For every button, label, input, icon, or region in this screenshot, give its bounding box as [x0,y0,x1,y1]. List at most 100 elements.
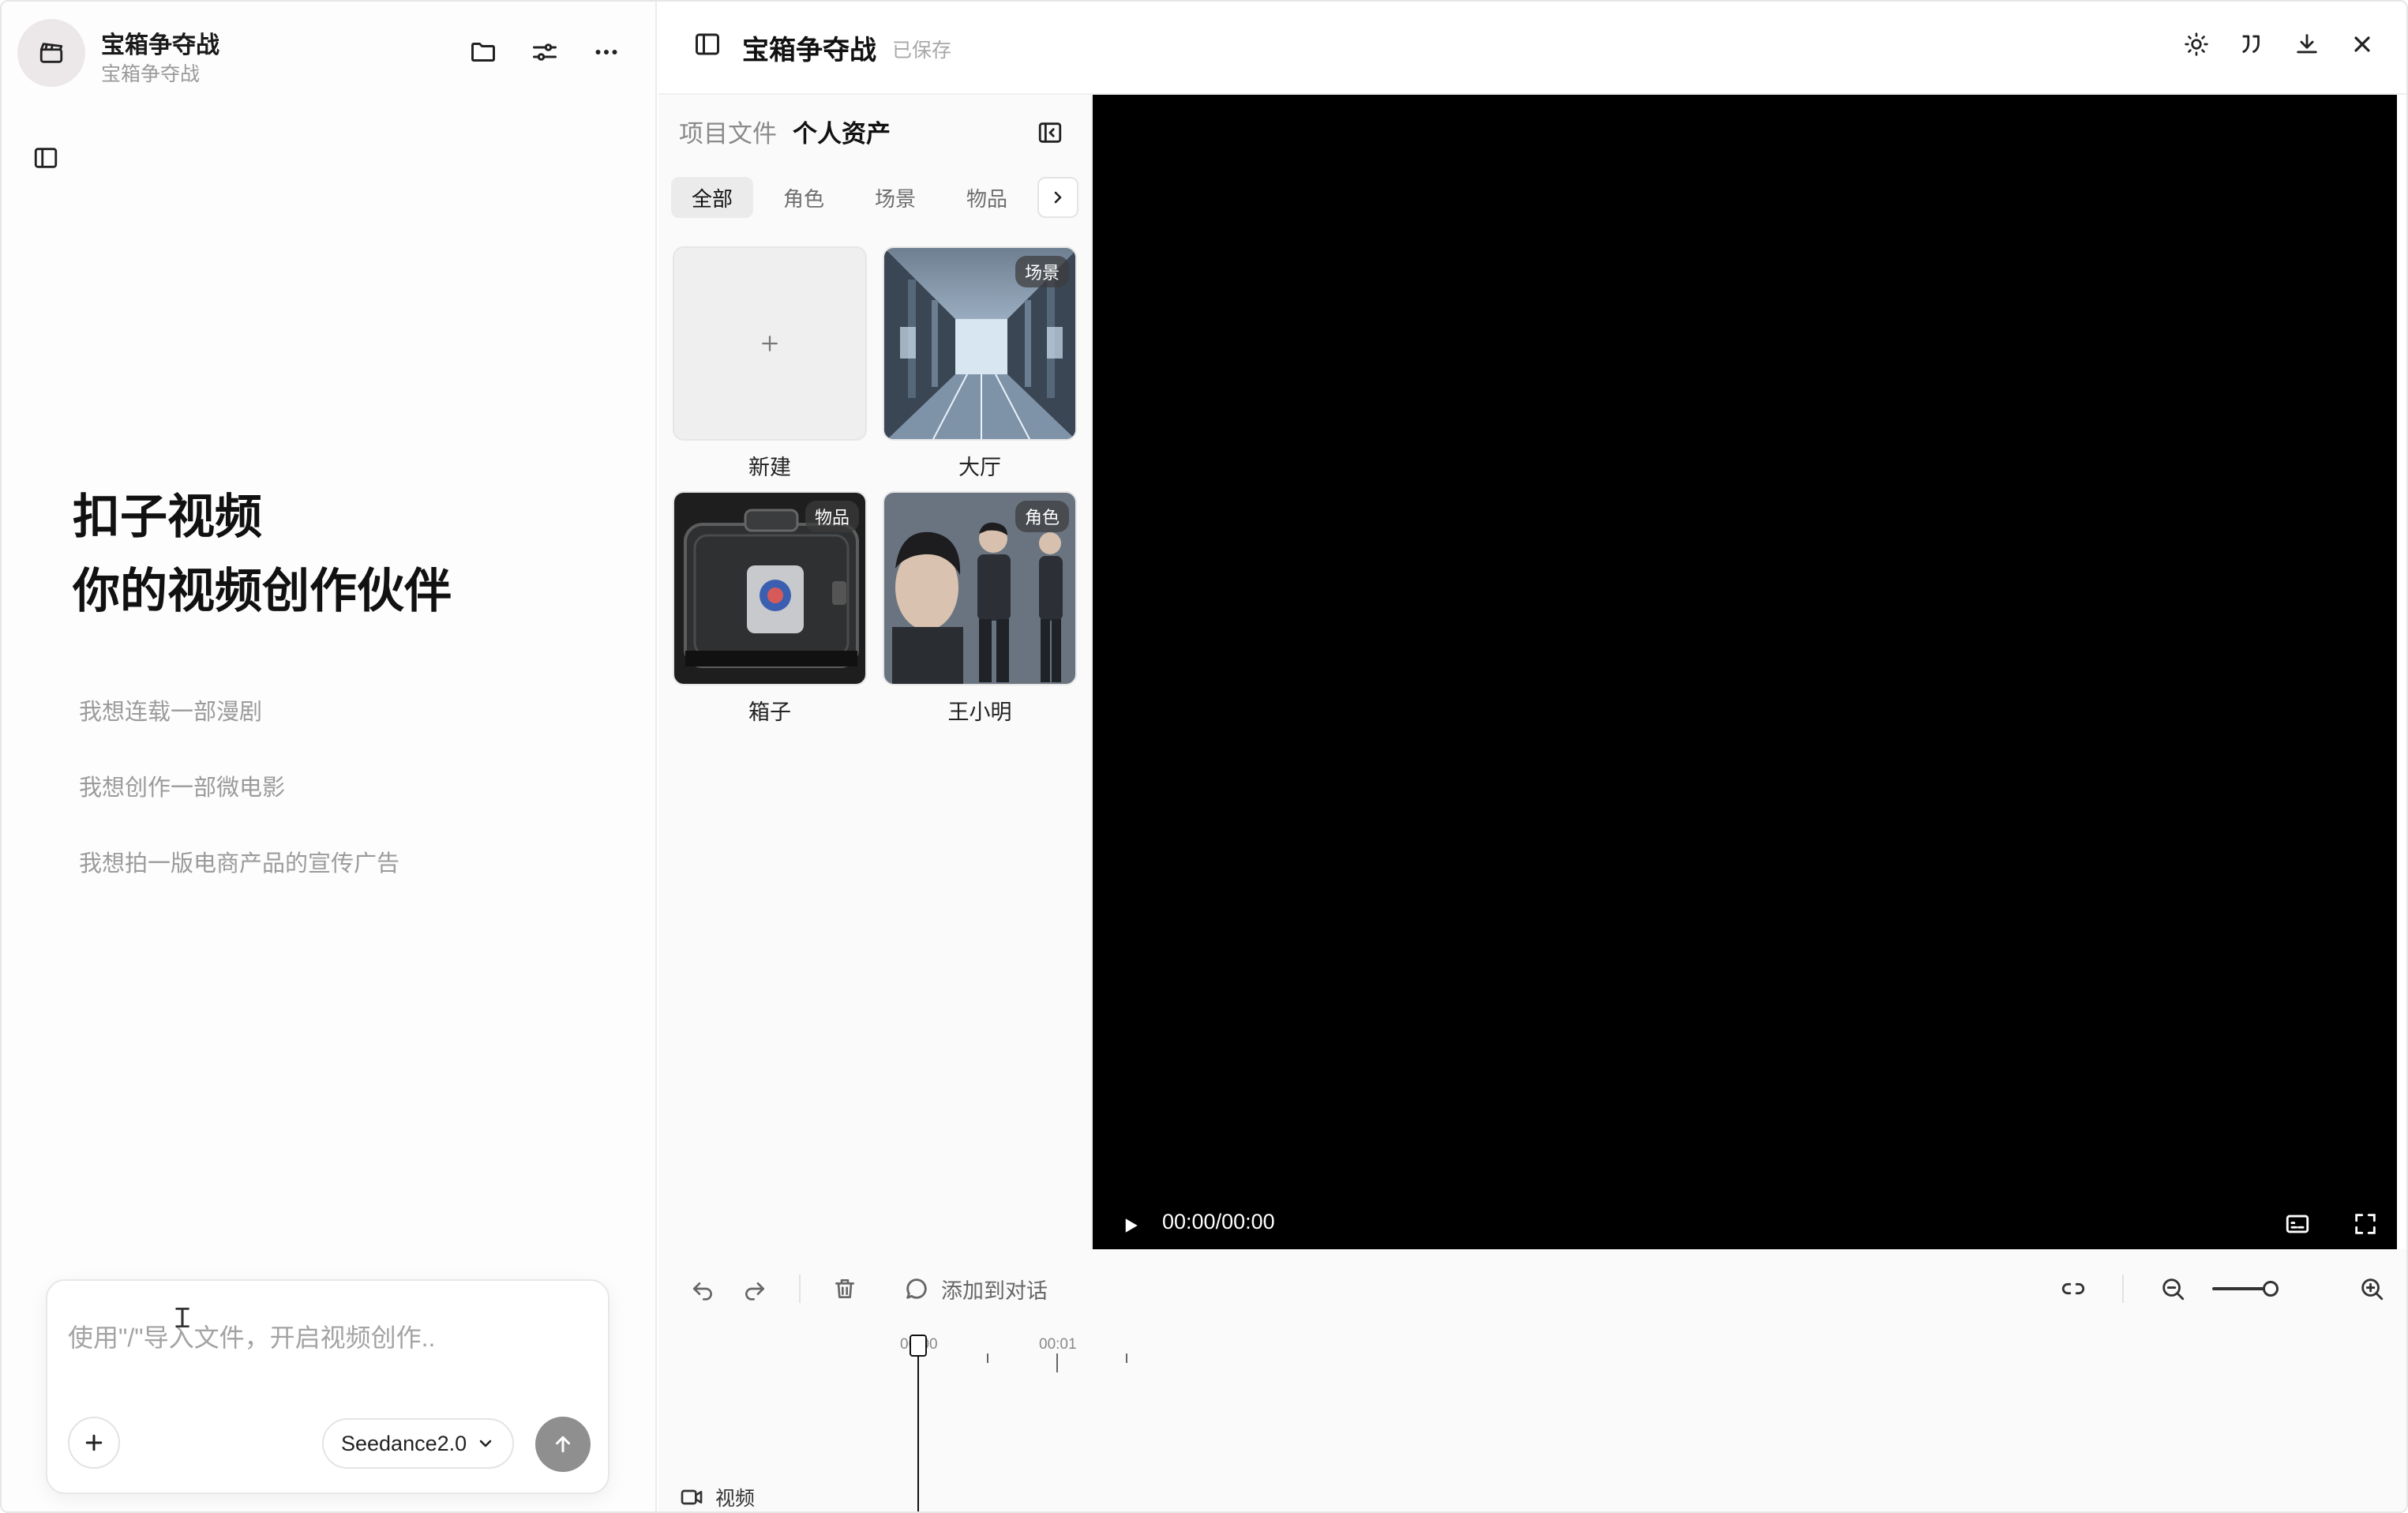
send-button[interactable] [535,1417,591,1472]
editor-topbar: 宝箱争夺战 已保存 [658,2,2406,95]
download-button[interactable] [2290,27,2324,62]
filters-next-button[interactable] [1037,177,1078,218]
folder-icon [471,43,495,62]
timeline-toolbar: 添加到对话 [685,1271,1048,1306]
chat-panel: 宝箱争夺战 宝箱争夺战 扣子视频 你的视频创作伙伴 我想连载一部漫剧 我想创作一… [2,2,657,1511]
chevron-down-icon [479,1440,492,1447]
filter-items[interactable]: 物品 [946,177,1028,218]
asset-thumbnail[interactable]: 角色 [883,491,1077,685]
asset-card-character[interactable]: 角色 王小明 [883,491,1077,726]
trash-icon [835,1279,854,1298]
asset-type-badge: 物品 [805,501,859,532]
theme-button[interactable] [2179,27,2214,62]
project-header: 宝箱争夺战 宝箱争夺战 [17,17,641,87]
asset-type-badge: 角色 [1015,501,1069,532]
ruler-label: 00:01 [1039,1336,1077,1353]
toolbar-divider [2122,1275,2124,1303]
tab-project-files[interactable]: 项目文件 [679,114,777,149]
project-name: 宝箱争夺战 [101,32,219,58]
arrow-up-icon [556,1436,570,1453]
new-asset-tile[interactable] [673,246,867,441]
panel-collapse-icon [1038,122,1062,143]
link-icon [2061,1282,2085,1295]
zoom-slider[interactable] [2212,1281,2279,1297]
collapse-panel-button[interactable] [1033,115,1067,150]
filter-characters[interactable]: 角色 [763,177,845,218]
delete-button[interactable] [827,1271,862,1306]
plus-icon [762,336,778,351]
settings-button[interactable] [527,35,562,69]
project-subtitle: 宝箱争夺战 [101,63,201,85]
redo-icon [745,1282,764,1301]
timeline: 添加到对话 00:00 00:01 [658,1249,2406,1511]
chat-bubble-icon [906,1278,927,1299]
zoom-slider-handle[interactable] [2263,1281,2279,1297]
add-to-chat-button[interactable]: 添加到对话 [903,1274,1048,1305]
project-actions [466,35,624,69]
zoom-in-icon [2361,1278,2384,1301]
add-to-chat-label: 添加到对话 [941,1278,1048,1303]
filter-scenes[interactable]: 场景 [854,177,936,218]
panel-toggle-button[interactable] [690,27,725,62]
quote-button[interactable] [2234,27,2269,62]
composer: Ｉ Seedance2.0 [46,1279,610,1494]
editor-title: 宝箱争夺战 [742,36,876,66]
video-track-name: 视频 [715,1488,756,1510]
video-camera-icon [681,1489,703,1505]
asset-filters: 全部 角色 场景 物品 [671,177,1028,218]
zoom-in-button[interactable] [2354,1271,2389,1306]
download-icon [2297,34,2317,54]
asset-thumbnail[interactable]: 场景 [883,246,1077,441]
video-track-label: 视频 [679,1483,755,1511]
timeline-zoom-controls [2056,1271,2389,1306]
tab-personal-assets[interactable]: 个人资产 [793,114,891,149]
asset-type-badge: 场景 [1015,256,1069,287]
play-button[interactable] [1113,1208,1148,1243]
prompt-input[interactable] [68,1306,589,1369]
filter-all[interactable]: 全部 [671,177,754,218]
suggestion-item[interactable]: 我想连载一部漫剧 [79,693,262,726]
folder-button[interactable] [466,35,501,69]
zoom-out-icon [2162,1278,2185,1301]
hero-line-2: 你的视频创作伙伴 [73,565,452,618]
suggestion-item[interactable]: 我想拍一版电商产品的宣传广告 [79,845,399,878]
ruler-tick [987,1353,988,1363]
app-window: 宝箱争夺战 宝箱争夺战 扣子视频 你的视频创作伙伴 我想连载一部漫剧 我想创作一… [0,0,2408,1513]
undo-icon [693,1282,712,1301]
project-avatar[interactable] [17,19,85,87]
undo-button[interactable] [685,1271,720,1306]
sun-icon [2185,32,2208,56]
suggestion-item[interactable]: 我想创作一部微电影 [79,769,285,802]
redo-button[interactable] [737,1271,772,1306]
model-select[interactable]: Seedance2.0 [322,1418,515,1469]
link-button[interactable] [2056,1271,2091,1306]
asset-card-new[interactable]: 新建 [673,246,867,481]
more-button[interactable] [589,35,624,69]
asset-card-label: 新建 [748,456,791,479]
playhead-handle[interactable] [910,1335,927,1357]
plus-icon [85,1434,103,1451]
fullscreen-icon [2355,1214,2376,1234]
asset-thumbnail[interactable]: 物品 [673,491,867,685]
asset-card-hall[interactable]: 场景 大厅 [883,246,1077,481]
hero-line-1: 扣子视频 [73,491,262,543]
attach-button[interactable] [68,1417,120,1469]
model-select-label: Seedance2.0 [341,1431,467,1455]
zoom-out-button[interactable] [2155,1271,2190,1306]
asset-card-label: 大厅 [958,456,1001,479]
sidebar-icon [34,148,58,168]
playhead[interactable] [917,1335,919,1511]
subtitles-icon [2286,1215,2309,1233]
sliders-icon [533,43,557,61]
clapperboard-icon [39,43,63,63]
sidebar-toggle-button[interactable] [25,137,66,178]
close-button[interactable] [2345,27,2380,62]
save-status: 已保存 [892,39,952,62]
subtitles-button[interactable] [2280,1207,2315,1241]
fullscreen-button[interactable] [2348,1207,2383,1241]
asset-card-box[interactable]: 物品 箱子 [673,491,867,726]
video-player[interactable]: 00:00/00:00 [1093,95,2397,1249]
toolbar-divider [799,1275,801,1303]
playback-time: 00:00/00:00 [1162,1210,1275,1233]
text-cursor-icon: Ｉ [169,1303,196,1335]
